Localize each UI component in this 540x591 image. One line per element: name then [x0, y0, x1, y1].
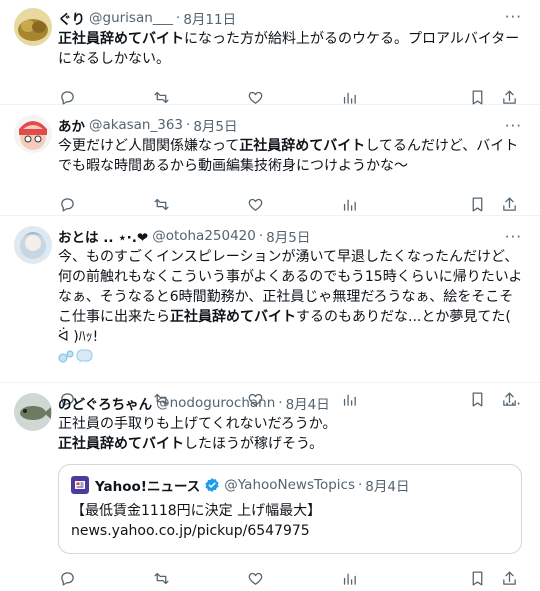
- tweet-text-segment: 正社員の手取りも上げてくれないだろうか。: [58, 416, 337, 432]
- like-icon[interactable]: [246, 195, 264, 213]
- share-icon[interactable]: [500, 88, 518, 106]
- tweet-header: おとは .. ⋆·.❤ @otoha250420 · 8月5日: [58, 226, 526, 246]
- bookmark-icon[interactable]: [468, 195, 486, 213]
- separator: ·: [278, 395, 283, 411]
- reply-icon[interactable]: [58, 88, 76, 106]
- views-icon[interactable]: [340, 569, 358, 587]
- tweet-date[interactable]: 8月5日: [266, 226, 310, 246]
- retweet-icon[interactable]: [152, 195, 170, 213]
- display-name[interactable]: おとは .. ⋆·.❤: [58, 226, 148, 246]
- reply-icon[interactable]: [58, 195, 76, 213]
- tweet-text: 正社員辞めてバイトになった方が給料上がるのウケる。プロアルバイターになるしかない…: [58, 29, 526, 69]
- tweet-card[interactable]: のどぐろちゃん @nodogurochann · 8月4日 ··· 正社員の手取…: [0, 383, 540, 591]
- highlighted-keyword: 正社員辞めてバイト: [58, 436, 184, 452]
- avatar[interactable]: [14, 115, 52, 153]
- user-handle[interactable]: @nodogurochann: [156, 395, 275, 411]
- display-name[interactable]: あか: [58, 115, 85, 135]
- user-handle[interactable]: @gurisan___: [89, 10, 173, 26]
- separator: ·: [176, 10, 181, 26]
- quoted-tweet-text: 【最低賃金1118円に決定 上げ幅最大】 news.yahoo.co.jp/pi…: [71, 501, 509, 541]
- verified-badge-icon: [204, 477, 220, 493]
- tweet-text: 今、ものすごくインスピレーションが湧いて早退したくなったんだけど、何の前触れもな…: [58, 247, 526, 371]
- tweet-header: のどぐろちゃん @nodogurochann · 8月4日: [58, 393, 526, 413]
- tweet-feed: ぐり @gurisan___ · 8月11日 ··· 正社員辞めてバイトになった…: [0, 0, 540, 591]
- tweet-card[interactable]: あか @akasan_363 · 8月5日 ··· 今更だけど人間関係嫌なって正…: [0, 105, 540, 216]
- tweet-card[interactable]: ぐり @gurisan___ · 8月11日 ··· 正社員辞めてバイトになった…: [0, 0, 540, 105]
- highlighted-keyword: 正社員辞めてバイト: [239, 138, 366, 154]
- quoted-headline: 【最低賃金1118円に決定 上げ幅最大】: [71, 503, 322, 519]
- quoted-link[interactable]: news.yahoo.co.jp/pickup/6547975: [71, 521, 509, 541]
- separator: ·: [358, 477, 363, 493]
- tweet-date[interactable]: 8月5日: [193, 115, 237, 135]
- like-icon[interactable]: [246, 569, 264, 587]
- quoted-tweet-date[interactable]: 8月4日: [365, 475, 409, 495]
- bookmark-icon[interactable]: [468, 88, 486, 106]
- more-options-icon[interactable]: ···: [505, 8, 522, 26]
- avatar[interactable]: [14, 226, 52, 264]
- tweet-card[interactable]: おとは .. ⋆·.❤ @otoha250420 · 8月5日 ··· 今、もの…: [0, 216, 540, 407]
- views-icon[interactable]: [340, 88, 358, 106]
- more-options-icon[interactable]: ···: [505, 117, 522, 135]
- share-icon[interactable]: [500, 569, 518, 587]
- share-icon[interactable]: [500, 195, 518, 213]
- quoted-tweet-header: Yahoo!ニュース @YahooNewsTopics · 8月4日: [71, 475, 509, 495]
- tweet-header: ぐり @gurisan___ · 8月11日: [58, 8, 526, 28]
- tweet-text: 正社員の手取りも上げてくれないだろうか。 正社員辞めてバイトしたほうが稼げそう。: [58, 414, 526, 454]
- user-handle[interactable]: @akasan_363: [89, 117, 183, 133]
- tweet-header: あか @akasan_363 · 8月5日: [58, 115, 526, 135]
- display-name[interactable]: ぐり: [58, 8, 85, 28]
- yahoo-news-logo-icon: [71, 476, 89, 494]
- like-icon[interactable]: [246, 88, 264, 106]
- tweet-date[interactable]: 8月11日: [183, 8, 236, 28]
- avatar[interactable]: [14, 8, 52, 46]
- quoted-tweet[interactable]: Yahoo!ニュース @YahooNewsTopics · 8月4日 【最低賃金…: [58, 464, 522, 554]
- more-options-icon[interactable]: ···: [505, 395, 522, 413]
- bookmark-icon[interactable]: [468, 569, 486, 587]
- bubbles-emoji-icon: [58, 347, 94, 371]
- action-bar: [58, 560, 526, 591]
- reply-icon[interactable]: [58, 569, 76, 587]
- tweet-text-segment: 今更だけど人間関係嫌なって: [58, 138, 240, 154]
- separator: ·: [258, 228, 264, 244]
- quoted-user-handle[interactable]: @YahooNewsTopics: [224, 477, 355, 493]
- views-icon[interactable]: [340, 195, 358, 213]
- highlighted-keyword: 正社員辞めてバイト: [58, 31, 184, 47]
- tweet-text: 今更だけど人間関係嫌なって正社員辞めてバイトしてるんだけど、バイトでも暇な時間あ…: [58, 136, 526, 176]
- retweet-icon[interactable]: [152, 569, 170, 587]
- highlighted-keyword: 正社員辞めてバイト: [170, 309, 296, 325]
- tweet-date[interactable]: 8月4日: [286, 393, 330, 413]
- quoted-display-name[interactable]: Yahoo!ニュース: [95, 475, 200, 495]
- tweet-text-segment: したほうが稼げそう。: [184, 436, 324, 452]
- avatar[interactable]: [14, 393, 52, 431]
- retweet-icon[interactable]: [152, 88, 170, 106]
- separator: ·: [186, 117, 191, 133]
- more-options-icon[interactable]: ···: [505, 228, 522, 246]
- display-name[interactable]: のどぐろちゃん: [58, 393, 152, 413]
- user-handle[interactable]: @otoha250420: [152, 228, 256, 244]
